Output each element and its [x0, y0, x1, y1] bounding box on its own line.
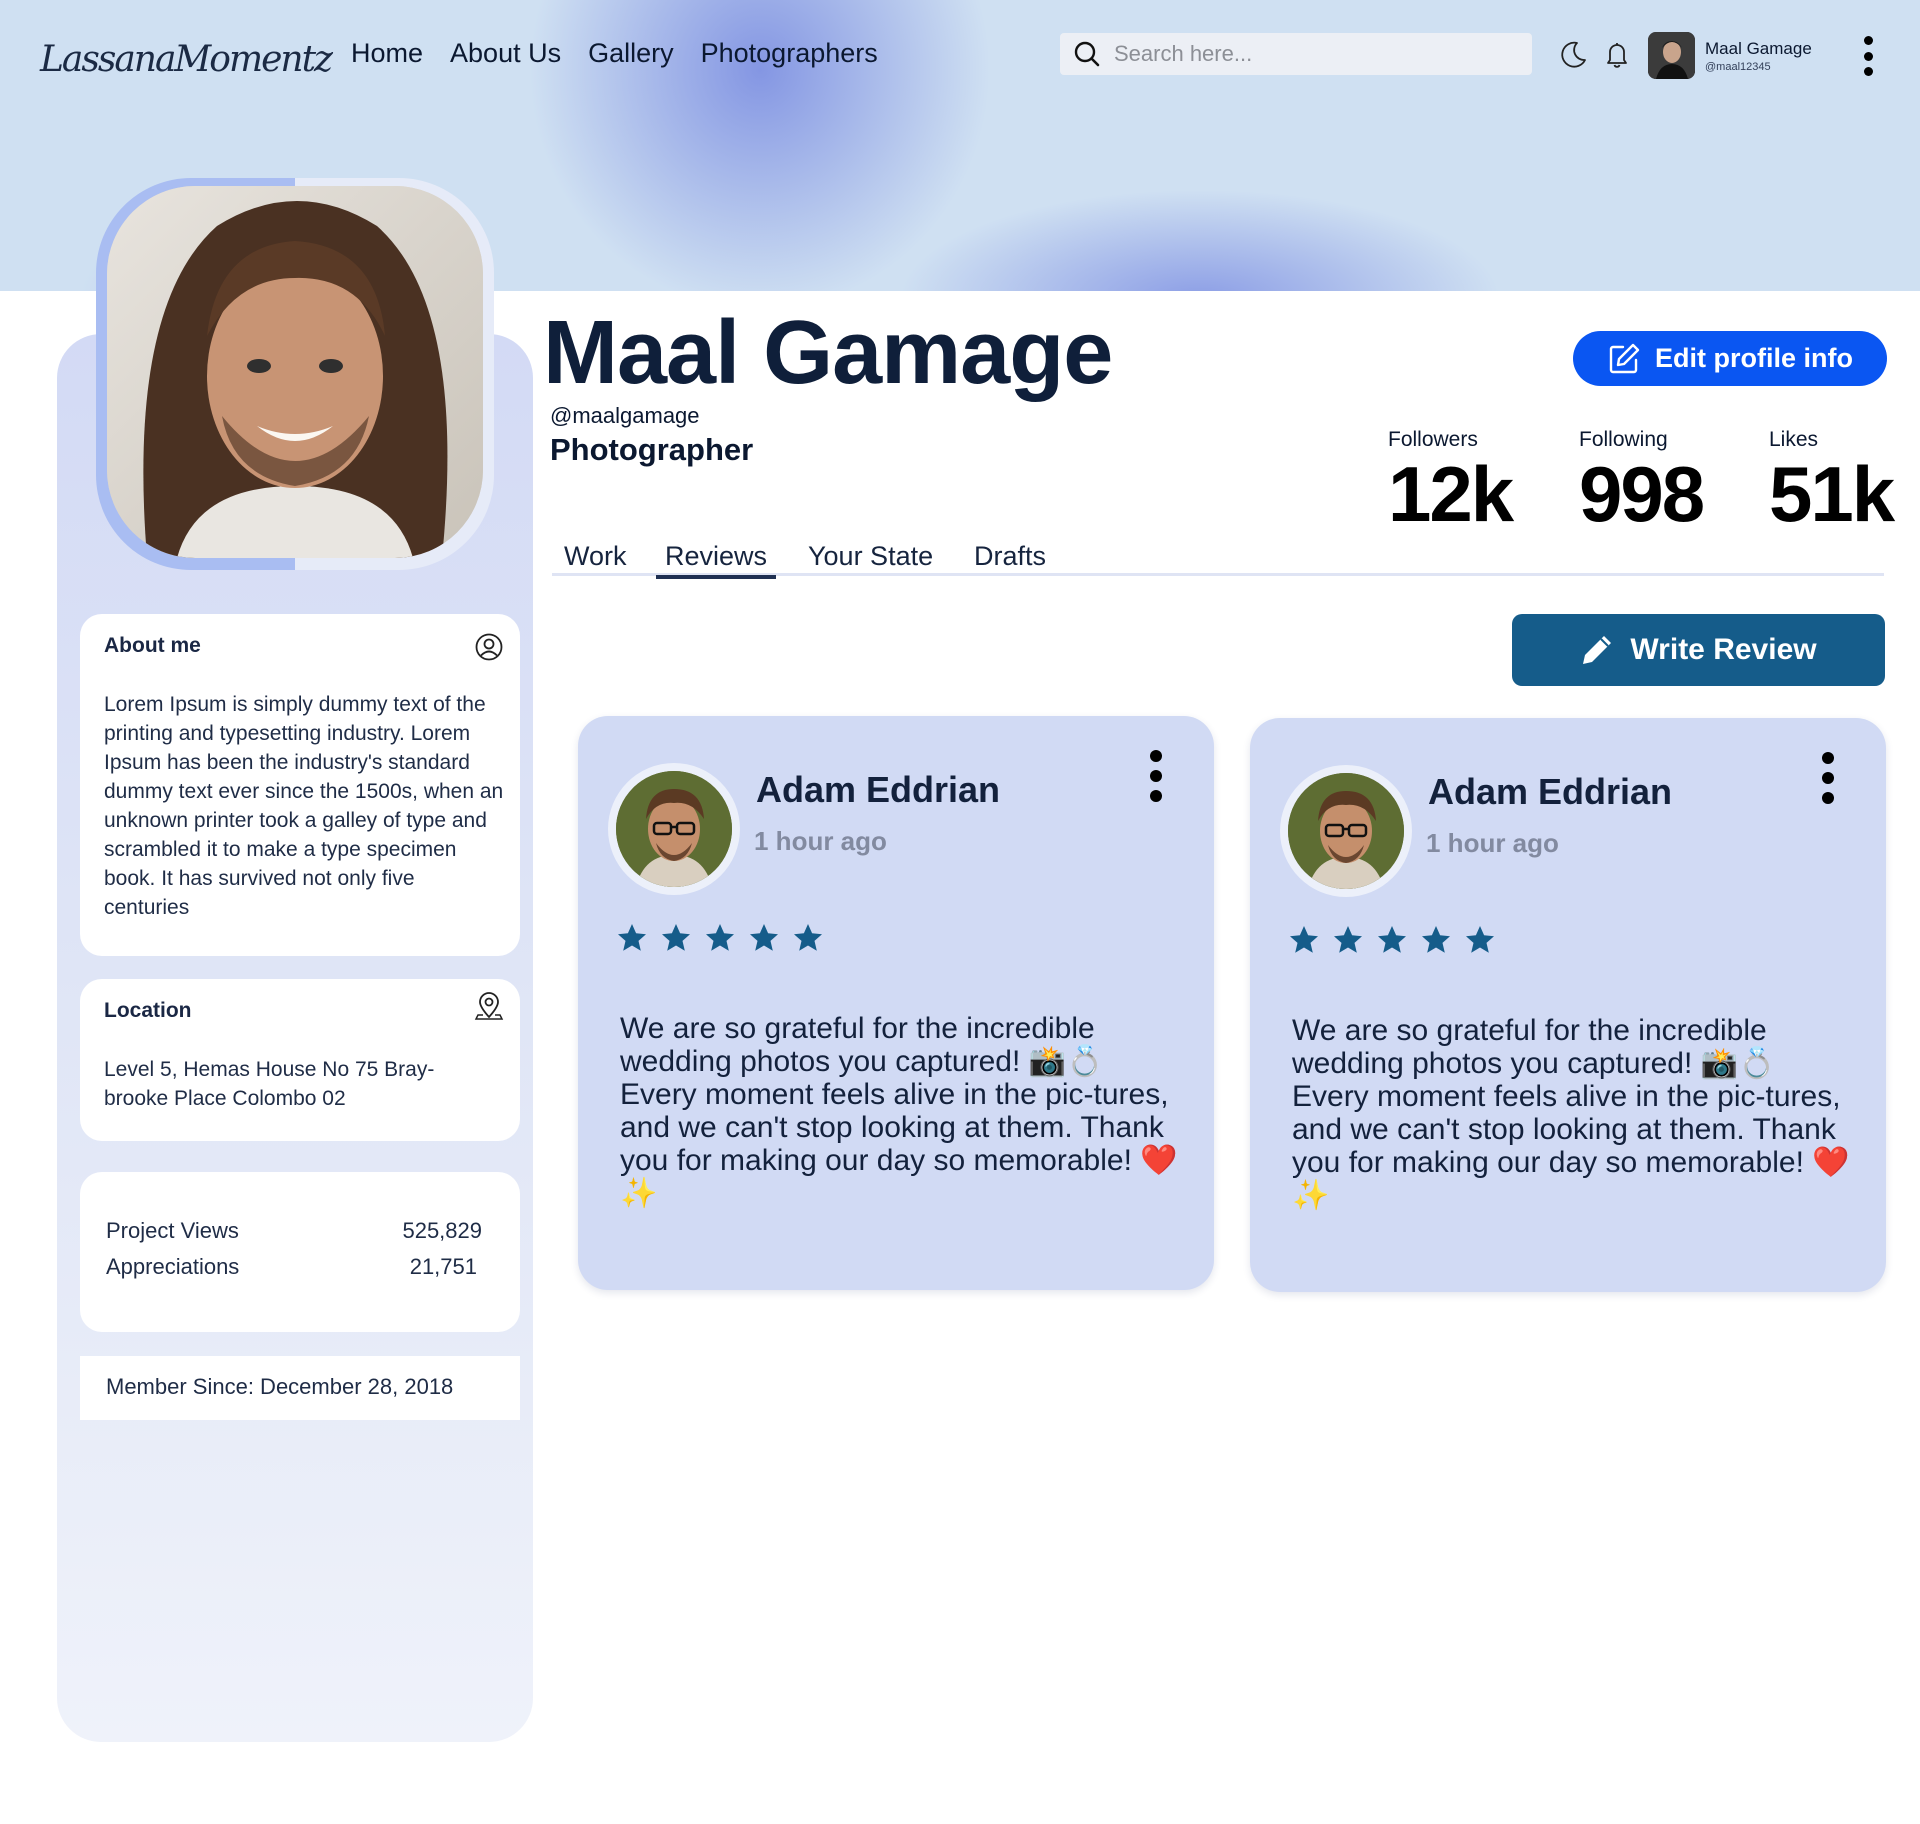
stat-value: 51k — [1769, 450, 1895, 538]
review-menu-icon[interactable] — [1150, 750, 1162, 802]
metric-row: Project Views 525,829 — [106, 1218, 482, 1244]
profile-name: Maal Gamage — [543, 303, 1113, 403]
star-icon — [1334, 926, 1362, 953]
write-review-label: Write Review — [1630, 633, 1817, 666]
reviewer-avatar[interactable] — [616, 771, 732, 887]
map-pin-icon — [474, 992, 504, 1020]
profile-avatar — [107, 186, 483, 558]
following-stat[interactable]: Following 998 — [1579, 428, 1705, 538]
metrics-card: Project Views 525,829 Appreciations 21,7… — [80, 1172, 520, 1332]
user-circle-icon — [475, 633, 503, 661]
search-input[interactable] — [1114, 41, 1514, 67]
likes-stat[interactable]: Likes 51k — [1769, 428, 1895, 538]
moon-icon[interactable] — [1558, 38, 1588, 70]
bell-icon[interactable] — [1602, 38, 1632, 70]
location-card: Location Level 5, Hemas House No 75 Bray… — [80, 979, 520, 1141]
tab-your-state[interactable]: Your State — [808, 538, 933, 574]
user-name: Maal Gamage — [1705, 38, 1812, 58]
followers-stat[interactable]: Followers 12k — [1388, 428, 1514, 538]
review-card: Adam Eddrian 1 hour ago We are so gratef… — [578, 716, 1214, 1290]
review-menu-icon[interactable] — [1822, 752, 1834, 804]
review-card: Adam Eddrian 1 hour ago We are so gratef… — [1250, 718, 1886, 1292]
review-rating — [616, 922, 824, 954]
review-text: We are so grateful for the incredible we… — [620, 1012, 1178, 1210]
review-text: We are so grateful for the incredible we… — [1292, 1014, 1850, 1212]
about-me-text: Lorem Ipsum is simply dummy text of the … — [104, 693, 504, 919]
review-rating — [1288, 924, 1496, 956]
search-icon[interactable] — [1072, 39, 1102, 69]
stat-label: Following — [1579, 428, 1668, 451]
profile-role: Photographer — [550, 432, 754, 467]
star-icon — [618, 924, 646, 951]
user-handle: @maal12345 — [1705, 60, 1771, 73]
profile-handle: @maalgamage — [550, 403, 700, 428]
member-since: Member Since: December 28, 2018 — [80, 1356, 520, 1420]
star-icon — [794, 924, 822, 951]
location-title: Location — [104, 999, 192, 1022]
star-icon — [1422, 926, 1450, 953]
reviewer-name[interactable]: Adam Eddrian — [756, 769, 1000, 811]
write-review-button[interactable]: Write Review — [1512, 614, 1885, 686]
nav-home-link[interactable]: Home — [351, 34, 423, 72]
stat-value: 12k — [1388, 450, 1514, 538]
header-menu-icon[interactable] — [1864, 36, 1874, 76]
profile-tabs: Work Reviews Your State Drafts — [552, 538, 1884, 579]
site-logo[interactable]: LassanaMomentz — [40, 20, 333, 100]
metric-value: 21,751 — [409, 1254, 477, 1279]
nav-about-us-link[interactable]: About Us — [450, 34, 561, 72]
user-account-chip[interactable]: Maal Gamage @maal12345 — [1648, 32, 1812, 79]
location-text: Level 5, Hemas House No 75 Bray-brooke P… — [104, 1058, 435, 1110]
stat-label: Followers — [1388, 428, 1478, 451]
nav-gallery-link[interactable]: Gallery — [588, 34, 674, 72]
metric-value: 525,829 — [402, 1218, 482, 1243]
edit-square-icon — [1609, 343, 1640, 373]
star-icon — [1378, 926, 1406, 953]
edit-profile-button[interactable]: Edit profile info — [1573, 331, 1887, 386]
star-icon — [1290, 926, 1318, 953]
pencil-icon — [1583, 636, 1612, 664]
review-timestamp: 1 hour ago — [754, 826, 887, 856]
user-avatar — [1648, 32, 1695, 79]
main-nav: Home About Us Gallery Photographers — [351, 34, 878, 72]
tab-work[interactable]: Work — [564, 538, 627, 574]
metric-label: Project Views — [106, 1218, 239, 1243]
review-timestamp: 1 hour ago — [1426, 828, 1559, 858]
metric-row: Appreciations 21,751 — [106, 1254, 477, 1280]
star-icon — [662, 924, 690, 951]
edit-profile-label: Edit profile info — [1655, 343, 1853, 373]
stat-label: Likes — [1769, 428, 1819, 451]
star-icon — [706, 924, 734, 951]
search-bar — [1060, 33, 1532, 75]
star-icon — [1466, 926, 1494, 953]
star-icon — [750, 924, 778, 951]
reviewer-name[interactable]: Adam Eddrian — [1428, 771, 1672, 813]
metric-label: Appreciations — [106, 1254, 240, 1279]
nav-photographers-link[interactable]: Photographers — [701, 34, 878, 72]
about-me-title: About me — [104, 634, 201, 657]
stat-value: 998 — [1579, 450, 1705, 538]
tab-reviews[interactable]: Reviews — [655, 538, 777, 579]
reviewer-avatar[interactable] — [1288, 773, 1404, 889]
tab-drafts[interactable]: Drafts — [974, 538, 1046, 574]
about-me-card: About me Lorem Ipsum is simply dummy tex… — [80, 614, 520, 956]
